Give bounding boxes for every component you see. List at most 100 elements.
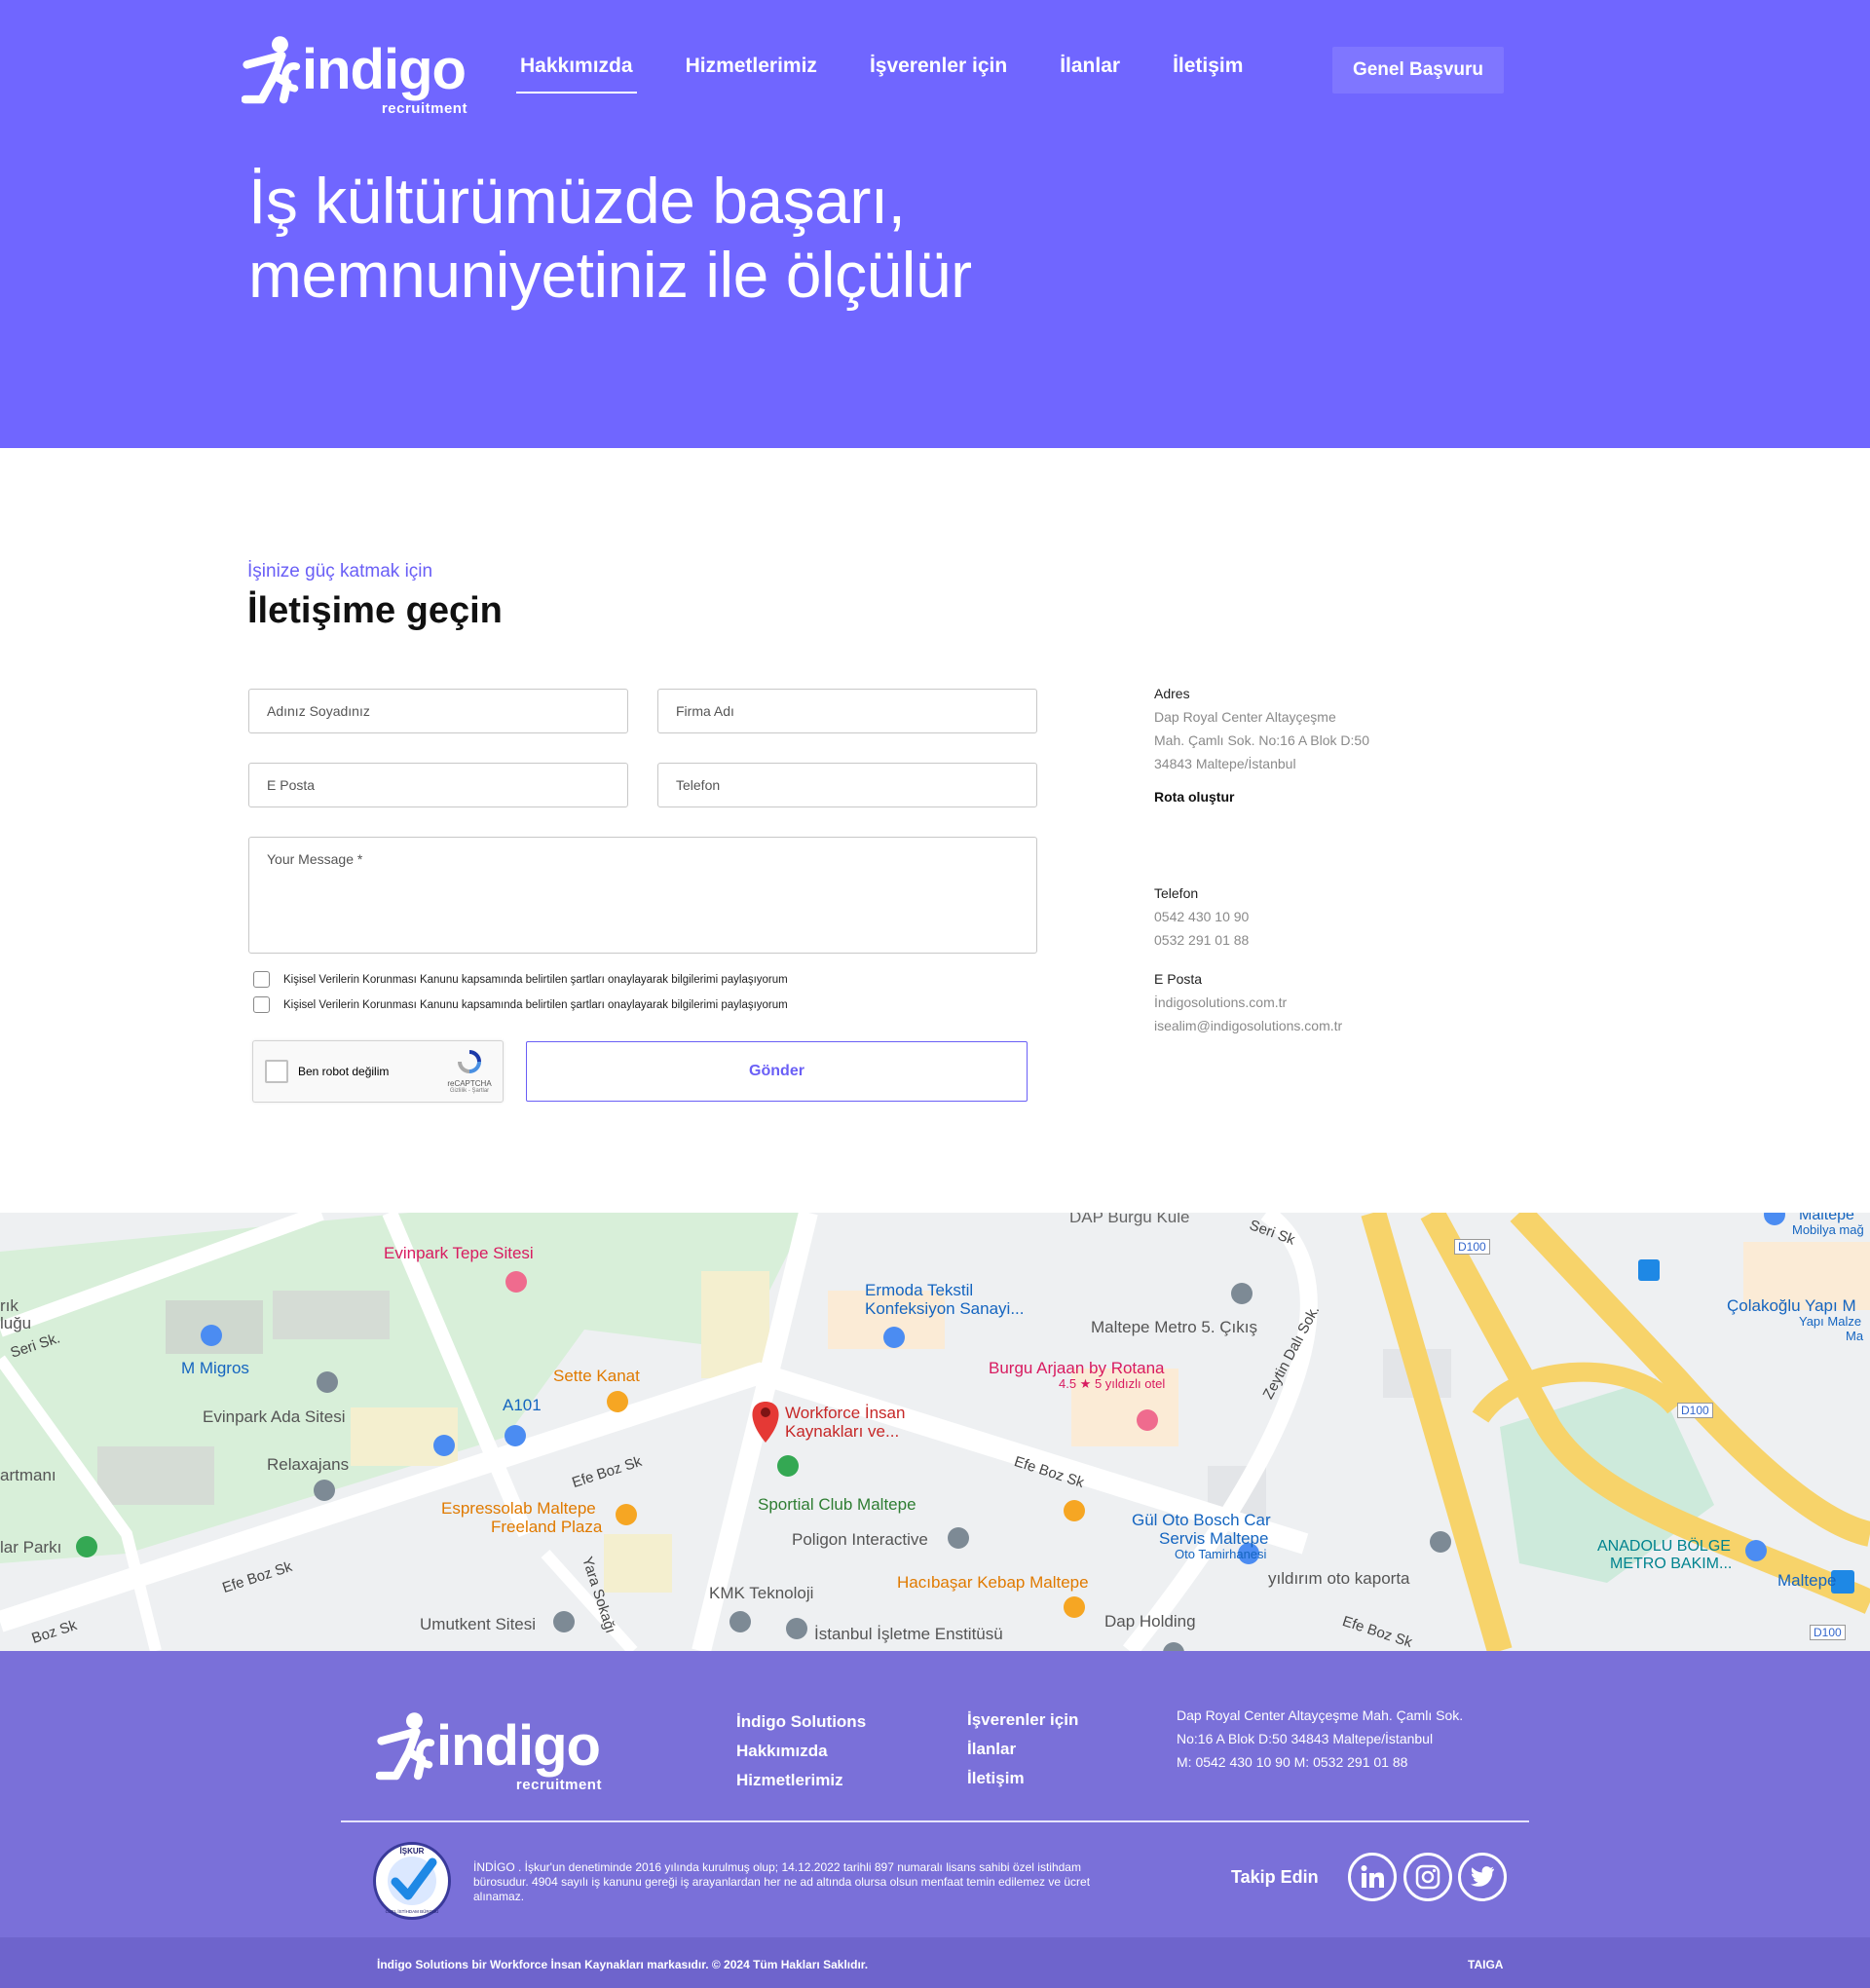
email-input[interactable]: [248, 763, 628, 807]
map-label-gul-2[interactable]: Servis Maltepe: [1159, 1529, 1268, 1549]
iskur-check-icon: İŞKUR ÖZEL İSTİHDAM BÜROSU: [386, 1847, 439, 1914]
recaptcha-checkbox[interactable]: [265, 1060, 288, 1083]
footer-links-col-2: İşverenler için İlanlar İletişim: [967, 1706, 1078, 1793]
map-label-colakoglu-1[interactable]: Çolakoğlu Yapı M: [1727, 1296, 1856, 1316]
copyright-text: İndigo Solutions bir Workforce İnsan Kay…: [377, 1958, 869, 1971]
consent-row-1: Kişisel Verilerin Korunması Kanunu kapsa…: [253, 971, 788, 988]
nav-contact[interactable]: İletişim: [1169, 55, 1247, 94]
map-label-sportial[interactable]: Sportial Club Maltepe: [758, 1495, 916, 1515]
phone-heading: Telefon: [1154, 885, 1199, 901]
email-block: E Posta İndigosolutions.com.tr isealim@i…: [1154, 967, 1342, 1037]
map-label-workforce-2[interactable]: Kaynakları ve...: [785, 1422, 899, 1442]
map-label-anadolu-1[interactable]: ANADOLU BÖLGE: [1597, 1538, 1731, 1556]
message-textarea[interactable]: [248, 837, 1037, 954]
map-label-poligon[interactable]: Poligon Interactive: [792, 1530, 928, 1550]
map-label-a101[interactable]: A101: [503, 1396, 542, 1415]
map-label-relaxajans[interactable]: Relaxajans: [267, 1455, 349, 1475]
map-label-espresso-1[interactable]: Espressolab Maltepe: [441, 1499, 596, 1519]
nav-jobs[interactable]: İlanlar: [1056, 55, 1124, 94]
map-label-anadolu-2[interactable]: METRO BAKIM...: [1610, 1556, 1732, 1573]
send-button[interactable]: Gönder: [526, 1041, 1028, 1102]
site-footer: indigo recruitment İndigo Solutions Hakk…: [0, 1651, 1870, 1937]
map-label-metro-exit[interactable]: Maltepe Metro 5. Çıkış: [1091, 1318, 1257, 1337]
map-label-gul-1[interactable]: Gül Oto Bosch Car: [1132, 1511, 1271, 1530]
footer-link-services[interactable]: Hizmetlerimiz: [736, 1766, 866, 1795]
address-line-3: 34843 Maltepe/İstanbul: [1154, 756, 1296, 771]
map-label-evinpark[interactable]: Evinpark Tepe Sitesi: [384, 1244, 534, 1263]
map-label-hacibasar[interactable]: Hacıbaşar Kebap Maltepe: [897, 1573, 1089, 1593]
twitter-icon[interactable]: [1458, 1853, 1507, 1901]
linkedin-icon[interactable]: [1348, 1853, 1397, 1901]
email-heading: E Posta: [1154, 971, 1203, 987]
footer-link-contact[interactable]: İletişim: [967, 1764, 1078, 1793]
map-label-maltepe-m[interactable]: Maltepe: [1777, 1571, 1836, 1591]
footer-link-jobs[interactable]: İlanlar: [967, 1735, 1078, 1764]
hero-headline: İş kültürümüzde başarı, memnuniyetiniz i…: [248, 165, 972, 311]
company-input[interactable]: [657, 689, 1037, 733]
consent-checkbox-1[interactable]: [253, 971, 270, 988]
contact-eyebrow: İşinize güç katmak için: [247, 561, 433, 581]
logo-subtitle: recruitment: [381, 100, 468, 117]
location-map[interactable]: Evinpark Tepe Sitesi M Migros Evinpark A…: [0, 1213, 1870, 1651]
map-label-umutkent[interactable]: Umutkent Sitesi: [420, 1615, 536, 1634]
route-link[interactable]: Rota oluştur: [1154, 785, 1369, 808]
footer-link-employers[interactable]: İşverenler için: [967, 1706, 1078, 1735]
map-label-parki[interactable]: lar Parkı: [0, 1538, 61, 1557]
map-label-rik: rık: [0, 1296, 19, 1315]
address-line-1: Dap Royal Center Altayçeşme: [1154, 709, 1336, 725]
name-input[interactable]: [248, 689, 628, 733]
legal-notice: İNDİGO . İşkur'un denetiminde 2016 yılın…: [473, 1860, 1091, 1903]
footer-logo[interactable]: indigo recruitment: [376, 1709, 602, 1793]
map-label-colakoglu-3: Ma: [1846, 1329, 1864, 1343]
phone-input[interactable]: [657, 763, 1037, 807]
footer-logo-wordmark: indigo recruitment: [436, 1714, 602, 1793]
map-label-ermoda-1[interactable]: Ermoda Tekstil: [865, 1281, 973, 1300]
bottom-bar: İndigo Solutions bir Workforce İnsan Kay…: [0, 1937, 1870, 1988]
map-label-yildirim[interactable]: yıldırım oto kaporta: [1268, 1569, 1410, 1589]
recaptcha-icon: [458, 1050, 481, 1073]
map-label-gul-3: Oto Tamirhanesi: [1175, 1547, 1267, 1561]
road-d100-1: D100: [1454, 1239, 1490, 1255]
map-label-maltepe-top-2: Mobilya mağ: [1792, 1222, 1864, 1237]
road-d100-3: D100: [1810, 1625, 1846, 1640]
contact-title: İletişime geçin: [247, 590, 503, 631]
instagram-icon[interactable]: [1403, 1853, 1452, 1901]
map-label-burgu-rating: 4.5 ★ 5 yıldızlı otel: [1059, 1376, 1166, 1391]
consent-checkbox-2[interactable]: [253, 996, 270, 1013]
phone-block: Telefon 0542 430 10 90 0532 291 01 88: [1154, 881, 1249, 952]
footer-link-about[interactable]: Hakkımızda: [736, 1737, 866, 1766]
nav-employers[interactable]: İşverenler için: [866, 55, 1011, 94]
email-website[interactable]: İndigosolutions.com.tr: [1154, 991, 1342, 1014]
footer-logo-subtitle: recruitment: [515, 1777, 602, 1793]
email-address[interactable]: isealim@indigosolutions.com.tr: [1154, 1014, 1342, 1037]
recaptcha-label: Ben robot değilim: [298, 1065, 390, 1078]
map-label-workforce-1[interactable]: Workforce İnsan: [785, 1404, 905, 1423]
svg-text:İŞKUR: İŞKUR: [400, 1847, 425, 1856]
address-line-2: Mah. Çamlı Sok. No:16 A Blok D:50: [1154, 732, 1369, 748]
map-label-ermoda-2[interactable]: Konfeksiyon Sanayi...: [865, 1299, 1024, 1319]
main-nav: Hakkımızda Hizmetlerimiz İşverenler için…: [516, 55, 1291, 94]
map-label-lugu: luğu: [0, 1314, 32, 1332]
credit-link[interactable]: TAIGA: [1468, 1958, 1503, 1971]
general-application-button[interactable]: Genel Başvuru: [1332, 47, 1504, 94]
logo-wordmark: indigo recruitment: [302, 38, 468, 117]
phone-2[interactable]: 0532 291 01 88: [1154, 928, 1249, 952]
map-label-burgu[interactable]: Burgu Arjaan by Rotana: [989, 1359, 1165, 1378]
consent-label-2: Kişisel Verilerin Korunması Kanunu kapsa…: [283, 998, 788, 1011]
nav-services[interactable]: Hizmetlerimiz: [682, 55, 821, 94]
map-label-isletme[interactable]: İstanbul İşletme Enstitüsü: [814, 1625, 1003, 1644]
phone-1[interactable]: 0542 430 10 90: [1154, 905, 1249, 928]
map-label-dap-holding[interactable]: Dap Holding: [1104, 1612, 1196, 1632]
map-label-artmani[interactable]: artmanı: [0, 1466, 56, 1485]
runner-logo-icon: [242, 36, 301, 104]
consent-label-1: Kişisel Verilerin Korunması Kanunu kapsa…: [283, 973, 788, 986]
nav-about[interactable]: Hakkımızda: [516, 55, 637, 94]
map-label-evinpark-ada[interactable]: Evinpark Ada Sitesi: [203, 1407, 345, 1427]
map-label-kmk[interactable]: KMK Teknoloji: [709, 1584, 813, 1603]
map-label-sette[interactable]: Sette Kanat: [553, 1367, 640, 1386]
footer-link-indigo[interactable]: İndigo Solutions: [736, 1707, 866, 1737]
brand-logo[interactable]: indigo recruitment: [242, 33, 468, 117]
map-label-espresso-2[interactable]: Freeland Plaza: [491, 1518, 602, 1537]
map-label-migros[interactable]: M Migros: [181, 1359, 249, 1378]
map-label-dap-burgu[interactable]: DAP Burgu Kule: [1069, 1213, 1189, 1227]
